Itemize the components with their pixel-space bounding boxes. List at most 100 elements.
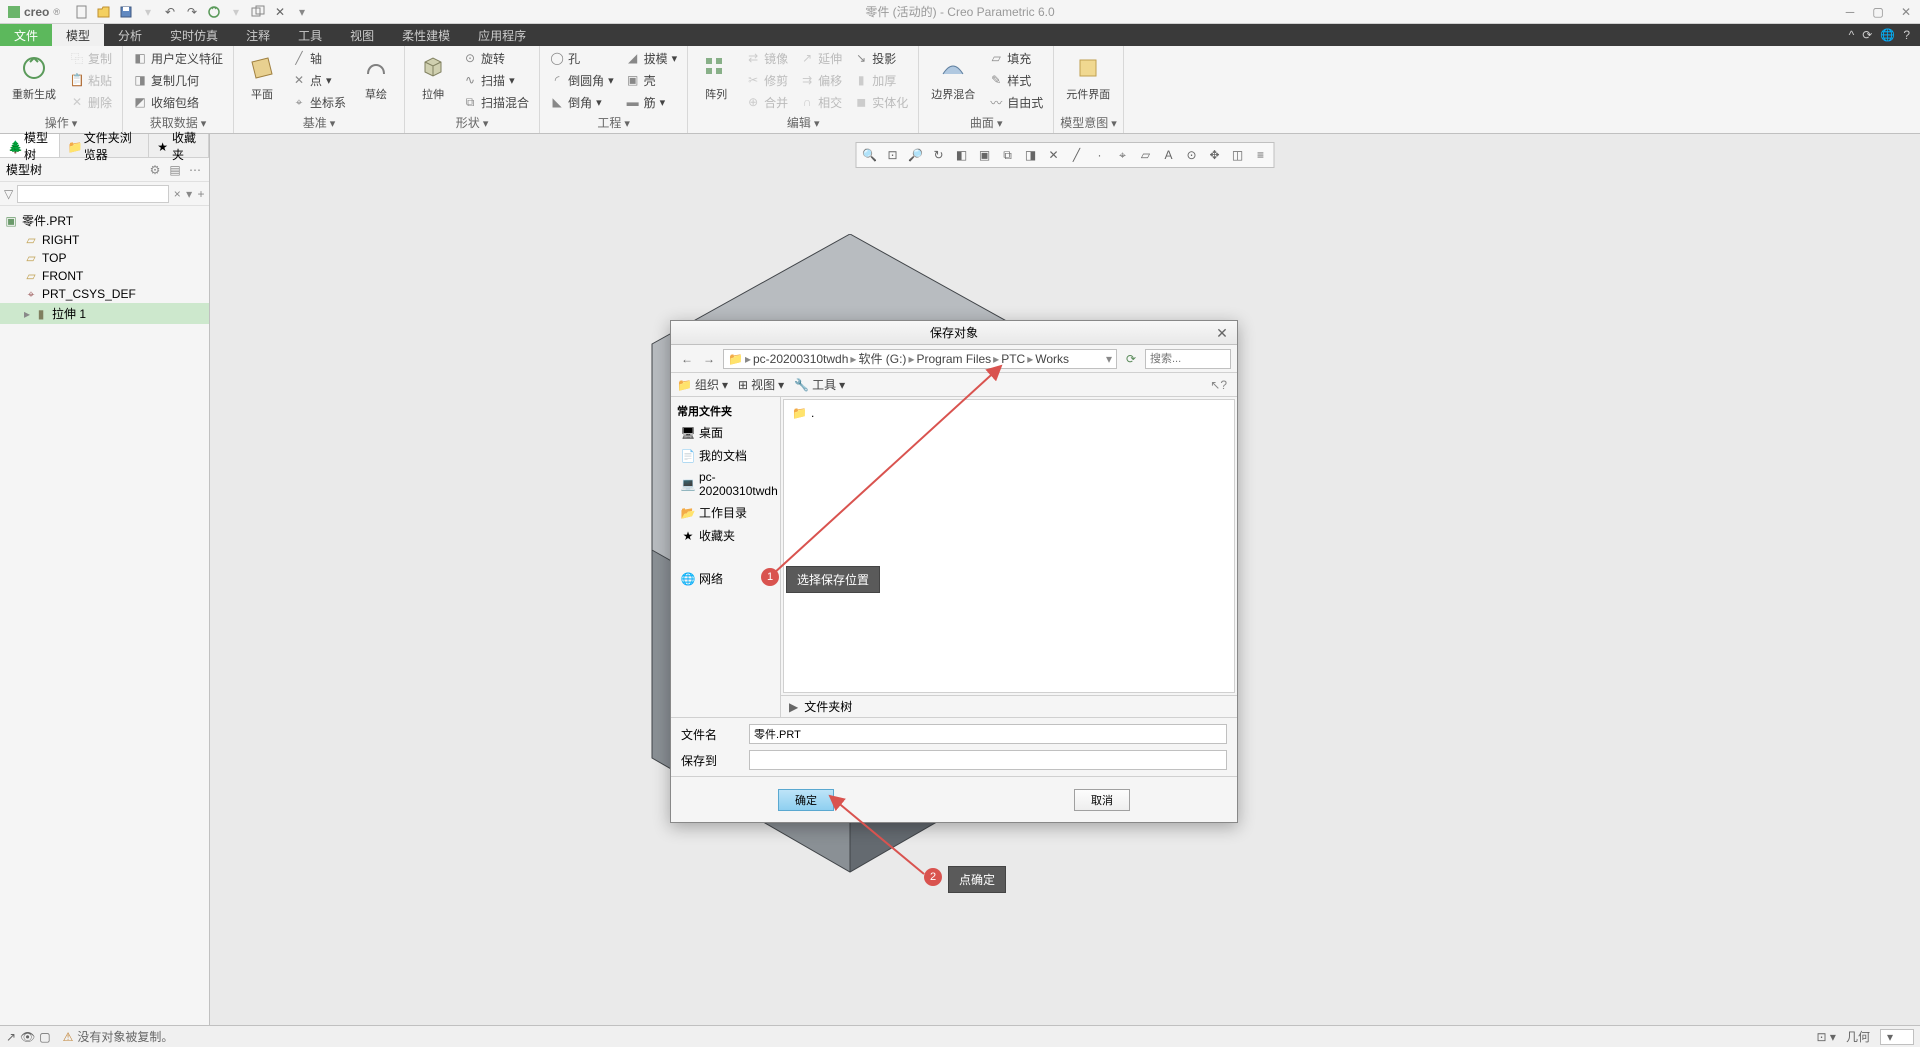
filename-input[interactable] bbox=[749, 724, 1227, 744]
view-manager-button[interactable]: ⧉ bbox=[997, 145, 1019, 165]
project-button[interactable]: ↘投影 bbox=[850, 48, 912, 68]
sketch-button[interactable]: 草绘 bbox=[354, 48, 398, 106]
left-tab-model-tree[interactable]: 🌲模型树 bbox=[0, 134, 60, 157]
sync-icon[interactable]: ⟳ bbox=[1862, 28, 1872, 42]
tab-model[interactable]: 模型 bbox=[52, 24, 104, 46]
globe-icon[interactable]: 🌐 bbox=[1880, 28, 1895, 42]
dialog-file-list[interactable]: 📁. bbox=[783, 399, 1235, 693]
open-file-button[interactable] bbox=[94, 2, 114, 22]
help-button[interactable]: ? bbox=[1903, 28, 1910, 42]
left-tab-folder-browser[interactable]: 📁文件夹浏览器 bbox=[60, 134, 149, 157]
status-icon-visibility[interactable]: 👁 bbox=[20, 1030, 35, 1044]
chamfer-button[interactable]: ◣倒角 ▾ bbox=[546, 92, 618, 112]
zoom-in-button[interactable]: 🔍 bbox=[859, 145, 881, 165]
tab-analysis[interactable]: 分析 bbox=[104, 24, 156, 46]
axis-display-button[interactable]: ╱ bbox=[1066, 145, 1088, 165]
breadcrumb-programfiles[interactable]: Program Files bbox=[916, 352, 991, 366]
sidebar-item-mydocs[interactable]: 📄我的文档 bbox=[671, 444, 780, 467]
round-button[interactable]: ◜倒圆角 ▾ bbox=[546, 70, 618, 90]
saved-views-button[interactable]: ▣ bbox=[974, 145, 996, 165]
shell-button[interactable]: ▣壳 bbox=[622, 70, 682, 90]
point-display-button[interactable]: · bbox=[1089, 145, 1111, 165]
dialog-close-button[interactable]: ✕ bbox=[1213, 324, 1231, 342]
tab-applications[interactable]: 应用程序 bbox=[464, 24, 540, 46]
saveto-input[interactable] bbox=[749, 750, 1227, 770]
sidebar-item-desktop[interactable]: 🖥桌面 bbox=[671, 421, 780, 444]
organize-dropdown[interactable]: 📁组织 ▾ bbox=[677, 376, 728, 393]
folder-tree-toggle[interactable]: ▶文件夹树 bbox=[781, 695, 1237, 717]
breadcrumb-dropdown[interactable]: ▾ bbox=[1106, 352, 1112, 366]
section-button[interactable]: ◫ bbox=[1227, 145, 1249, 165]
redo-button[interactable]: ↷ bbox=[182, 2, 202, 22]
regen-button[interactable] bbox=[204, 2, 224, 22]
tree-tool-settings[interactable]: ⚙ bbox=[147, 162, 163, 178]
extrude-button[interactable]: 拉伸 bbox=[411, 48, 455, 106]
minimize-button[interactable]: ─ bbox=[1836, 2, 1864, 22]
file-item-dotfolder[interactable]: 📁. bbox=[788, 404, 1230, 422]
tree-filter-dropdown[interactable]: ▾ bbox=[185, 186, 193, 202]
status-filter-label[interactable]: 几何 bbox=[1846, 1028, 1870, 1045]
regenerate-button[interactable]: 重新生成 bbox=[6, 48, 62, 106]
status-filter-dropdown[interactable]: ▾ bbox=[1880, 1029, 1914, 1045]
tree-node-right[interactable]: ▱RIGHT bbox=[0, 231, 209, 249]
csys-button[interactable]: ⌖坐标系 bbox=[288, 92, 350, 112]
zoom-fit-button[interactable]: ⊡ bbox=[882, 145, 904, 165]
tree-tool-display[interactable]: ▤ bbox=[167, 162, 183, 178]
close-button[interactable]: ✕ bbox=[1892, 2, 1920, 22]
shrinkwrap-button[interactable]: ◩收缩包络 bbox=[129, 92, 227, 112]
copy-geom-button[interactable]: ◨复制几何 bbox=[129, 70, 227, 90]
tree-node-extrude1[interactable]: ▸▮拉伸 1 bbox=[0, 303, 209, 324]
left-tab-favorites[interactable]: ★收藏夹 bbox=[149, 134, 209, 157]
tree-filter-input[interactable] bbox=[17, 185, 169, 203]
boundary-blend-button[interactable]: 边界混合 bbox=[925, 48, 981, 106]
hole-button[interactable]: ◯孔 bbox=[546, 48, 618, 68]
datum-display-button[interactable]: ✕ bbox=[1043, 145, 1065, 165]
tab-file[interactable]: 文件 bbox=[0, 24, 52, 46]
component-interface-button[interactable]: 元件界面 bbox=[1060, 48, 1116, 106]
cancel-button[interactable]: 取消 bbox=[1074, 789, 1130, 811]
style-button[interactable]: ✎样式 bbox=[985, 70, 1047, 90]
plane-display-button[interactable]: ▱ bbox=[1135, 145, 1157, 165]
fill-button[interactable]: ▱填充 bbox=[985, 48, 1047, 68]
3d-pan-button[interactable]: ✥ bbox=[1204, 145, 1226, 165]
spin-center-button[interactable]: ⊙ bbox=[1181, 145, 1203, 165]
dialog-titlebar[interactable]: 保存对象 ✕ bbox=[671, 321, 1237, 345]
windows-button[interactable] bbox=[248, 2, 268, 22]
display-style-button[interactable]: ◧ bbox=[951, 145, 973, 165]
breadcrumb-pc[interactable]: pc-20200310twdh bbox=[753, 352, 848, 366]
tree-node-top[interactable]: ▱TOP bbox=[0, 249, 209, 267]
pattern-button[interactable]: 阵列 bbox=[694, 48, 738, 106]
repaint-button[interactable]: ↻ bbox=[928, 145, 950, 165]
new-file-button[interactable] bbox=[72, 2, 92, 22]
graphics-canvas[interactable]: 🔍 ⊡ 🔎 ↻ ◧ ▣ ⧉ ◨ ✕ ╱ · ⌖ ▱ A ⊙ ✥ ◫ ≡ bbox=[210, 134, 1920, 1025]
sidebar-item-pc[interactable]: 💻pc-20200310twdh bbox=[671, 467, 780, 501]
tab-annotate[interactable]: 注释 bbox=[232, 24, 284, 46]
nav-back-button[interactable]: ← bbox=[677, 349, 697, 369]
status-icon-arrow[interactable]: ↗ bbox=[6, 1030, 16, 1044]
save-button[interactable] bbox=[116, 2, 136, 22]
status-selection-icon[interactable]: ⊡ ▾ bbox=[1817, 1030, 1836, 1044]
udf-button[interactable]: ◧用户定义特征 bbox=[129, 48, 227, 68]
tree-filter-add[interactable]: + bbox=[197, 186, 205, 202]
csys-display-button[interactable]: ⌖ bbox=[1112, 145, 1134, 165]
close-window-button[interactable]: ✕ bbox=[270, 2, 290, 22]
sidebar-item-workdir[interactable]: 📂工作目录 bbox=[671, 501, 780, 524]
ok-button[interactable]: 确定 bbox=[778, 789, 834, 811]
undo-button[interactable]: ↶ bbox=[160, 2, 180, 22]
breadcrumb-works[interactable]: Works bbox=[1035, 352, 1069, 366]
status-icon-box[interactable]: ▢ bbox=[39, 1030, 50, 1044]
tab-realtime-sim[interactable]: 实时仿真 bbox=[156, 24, 232, 46]
tree-node-front[interactable]: ▱FRONT bbox=[0, 267, 209, 285]
sweep-blend-button[interactable]: ⧉扫描混合 bbox=[459, 92, 533, 112]
tree-filter-clear[interactable]: × bbox=[173, 186, 181, 202]
revolve-button[interactable]: ⊙旋转 bbox=[459, 48, 533, 68]
tab-view[interactable]: 视图 bbox=[336, 24, 388, 46]
tree-tool-more[interactable]: ⋯ bbox=[187, 162, 203, 178]
tree-root[interactable]: ▣零件.PRT bbox=[0, 210, 209, 231]
zoom-out-button[interactable]: 🔎 bbox=[905, 145, 927, 165]
layers-button[interactable]: ≡ bbox=[1250, 145, 1272, 165]
qat-customize[interactable]: ▾ bbox=[292, 2, 312, 22]
collapse-ribbon-button[interactable]: ^ bbox=[1849, 28, 1855, 42]
dialog-breadcrumb[interactable]: 📁 ▸ pc-20200310twdh ▸ 软件 (G:) ▸ Program … bbox=[723, 349, 1117, 369]
tools-dropdown[interactable]: 🔧工具 ▾ bbox=[794, 376, 845, 393]
